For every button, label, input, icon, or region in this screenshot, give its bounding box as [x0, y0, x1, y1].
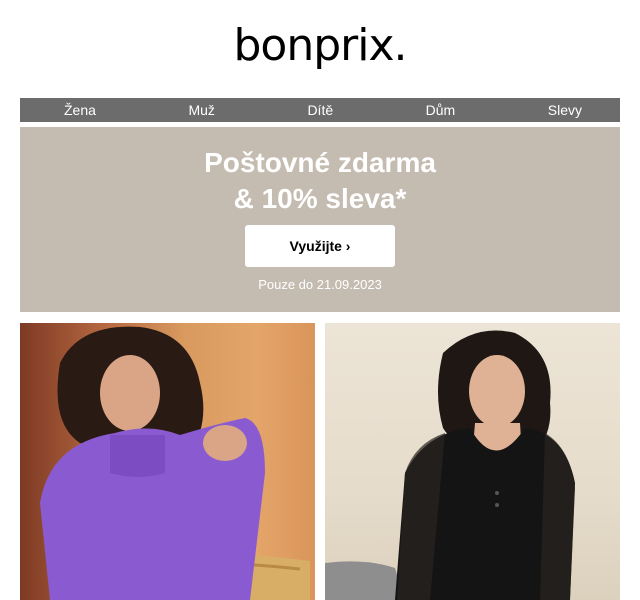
pants-shape: [325, 561, 405, 600]
hand-shape: [203, 425, 247, 461]
email-header: bonprix.: [0, 0, 640, 98]
nav-item-dum[interactable]: Dům: [426, 98, 456, 122]
use-offer-button[interactable]: Využijte ›: [245, 225, 395, 267]
nav-item-slevy[interactable]: Slevy: [548, 98, 582, 122]
lace-sleeve-right: [540, 433, 575, 600]
nav-item-muz[interactable]: Muž: [188, 98, 214, 122]
promo-banner: Poštovné zdarma & 10% sleva* Využijte › …: [20, 127, 620, 312]
product-photo-black-lace-top[interactable]: [325, 323, 620, 600]
nav-item-dite[interactable]: Dítě: [307, 98, 333, 122]
button-detail: [495, 491, 499, 495]
black-lace-top-illustration: [325, 330, 575, 600]
promo-validity-note: Pouze do 21.09.2023: [258, 277, 382, 292]
promo-title-line-2: & 10% sleva*: [233, 183, 407, 214]
purple-turtleneck-illustration: [40, 326, 310, 600]
promo-title-line-1: Poštovné zdarma: [204, 147, 436, 178]
turtleneck-collar: [110, 435, 165, 477]
category-nav: Žena Muž Dítě Dům Slevy: [20, 98, 620, 122]
face-shape: [100, 355, 160, 431]
product-photo-purple-turtleneck[interactable]: [20, 323, 315, 600]
promo-title: Poštovné zdarma & 10% sleva*: [20, 145, 620, 217]
nav-item-zena[interactable]: Žena: [64, 98, 96, 122]
bonprix-logo[interactable]: bonprix.: [0, 20, 640, 71]
button-detail: [495, 503, 499, 507]
face-shape-right: [469, 355, 525, 427]
